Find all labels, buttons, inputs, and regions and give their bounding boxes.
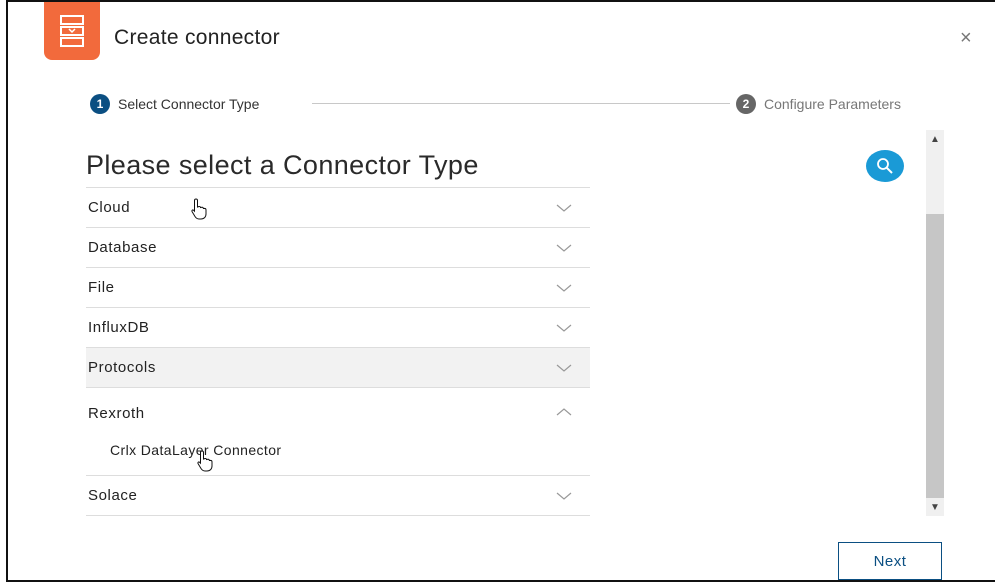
create-connector-dialog: Create connector × 1 Select Connector Ty… [6, 0, 995, 582]
step-number: 2 [736, 94, 756, 114]
page-title: Please select a Connector Type [86, 150, 479, 180]
category-rexroth[interactable]: Rexroth Crlx DataLayer Connector [86, 388, 590, 476]
category-label: Rexroth [88, 405, 145, 422]
category-label: Solace [88, 487, 138, 504]
category-file[interactable]: File [86, 268, 590, 308]
step-number: 1 [90, 94, 110, 114]
chevron-down-icon [556, 324, 572, 332]
stepper-line [312, 103, 730, 104]
chevron-down-icon [556, 364, 572, 372]
category-label: Database [88, 239, 158, 256]
next-button[interactable]: Next [838, 542, 942, 580]
category-protocols[interactable]: Protocols [86, 348, 590, 388]
category-database[interactable]: Database [86, 228, 590, 268]
category-label: Protocols [88, 359, 156, 376]
category-label: Cloud [88, 199, 131, 216]
search-button[interactable] [866, 150, 904, 182]
category-label: InfluxDB [88, 319, 150, 336]
step-label: Select Connector Type [118, 96, 260, 112]
category-influxdb[interactable]: InfluxDB [86, 308, 590, 348]
step-label: Configure Parameters [764, 96, 901, 112]
chevron-down-icon [556, 284, 572, 292]
category-cloud[interactable]: Cloud [86, 188, 590, 228]
scroll-up-icon[interactable]: ▲ [926, 130, 944, 148]
hand-cursor-icon [197, 450, 213, 472]
scroll-down-icon[interactable]: ▼ [926, 498, 944, 516]
hand-cursor-icon [191, 198, 207, 220]
connector-icon [44, 2, 100, 60]
step-select-type[interactable]: 1 Select Connector Type [90, 94, 259, 114]
step-configure-parameters[interactable]: 2 Configure Parameters [736, 94, 901, 114]
category-solace[interactable]: Solace [86, 476, 590, 516]
scrollbar-thumb[interactable] [926, 214, 944, 498]
connector-type-list: Cloud Database File InfluxDB Protocols R… [86, 187, 590, 516]
chevron-down-icon [556, 244, 572, 252]
category-label: File [88, 279, 115, 296]
close-icon[interactable]: × [960, 28, 972, 48]
search-icon [877, 158, 893, 174]
chevron-up-icon [556, 408, 572, 416]
chevron-down-icon [556, 204, 572, 212]
dialog-title: Create connector [114, 26, 280, 49]
chevron-down-icon [556, 492, 572, 500]
